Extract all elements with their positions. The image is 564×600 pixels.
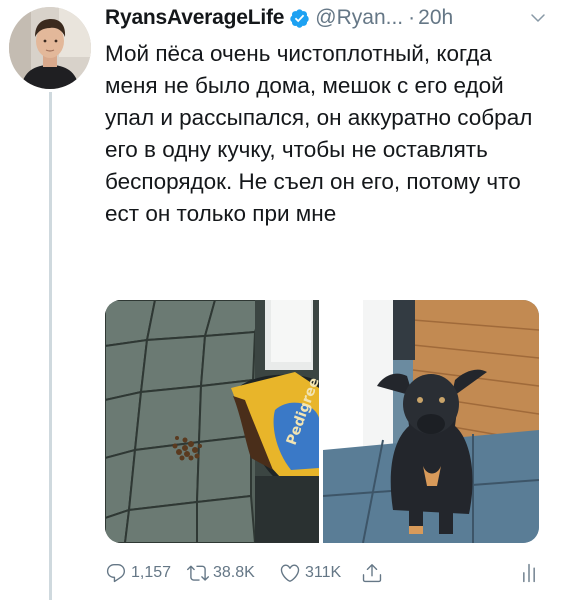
tweet-header: RyansAverageLife @Ryan... · 20h (105, 3, 555, 33)
reply-icon (106, 564, 126, 583)
like-button[interactable]: 311K (279, 562, 361, 584)
thread-line (49, 92, 52, 600)
photo-dog[interactable] (323, 300, 539, 543)
author-handle[interactable]: @Ryan... (315, 6, 403, 30)
author-name[interactable]: RyansAverageLife (105, 6, 284, 30)
like-icon (280, 564, 300, 582)
avatar[interactable] (9, 7, 91, 89)
reply-button[interactable]: 1,157 (105, 562, 187, 584)
analytics-button[interactable] (518, 562, 540, 584)
separator-dot: · (408, 6, 416, 29)
tweet-text: Мой пёса очень чистоплотный, когда меня … (105, 41, 533, 226)
media-grid: Pedigree (105, 300, 539, 543)
analytics-icon (523, 563, 535, 583)
retweet-count: 38.8K (213, 564, 255, 581)
share-icon (362, 564, 382, 583)
photo-spilled-food[interactable]: Pedigree (105, 300, 319, 543)
reply-count: 1,157 (131, 564, 172, 581)
chevron-down-icon[interactable] (529, 9, 547, 27)
share-button[interactable] (361, 562, 401, 584)
tweet-time[interactable]: 20h (418, 6, 453, 30)
tweet-actions: 1,157 38.8K 311K (105, 556, 550, 590)
like-count: 311K (305, 564, 342, 581)
verified-icon (289, 8, 310, 29)
retweet-button[interactable]: 38.8K (187, 562, 279, 584)
retweet-icon (187, 565, 209, 581)
